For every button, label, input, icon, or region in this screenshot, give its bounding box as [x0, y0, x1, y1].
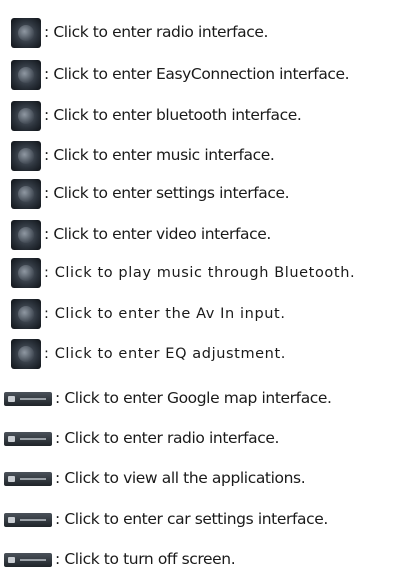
legend-text: : Click to enter settings interface.: [44, 184, 290, 203]
legend-text: : Click to enter Google map interface.: [55, 389, 332, 408]
screen-off-button-icon: [4, 553, 52, 567]
legend-row-radio-button: : Click to enter radio interface.: [4, 422, 279, 456]
legend-text: : Click to enter radio interface.: [55, 429, 280, 448]
legend-row-car-settings: : Click to enter car settings interface.: [4, 503, 328, 537]
legend-row-bluetooth: : Click to enter bluetooth interface.: [11, 99, 302, 133]
video-icon: [11, 220, 41, 250]
legend-text: : Click to enter EasyConnection interfac…: [44, 65, 350, 84]
legend-row-screen-off: : Click to turn off screen.: [4, 543, 236, 577]
legend-text: : Click to enter music interface.: [44, 146, 275, 165]
car-settings-button-icon: [4, 513, 52, 527]
radio-button-icon: [4, 432, 52, 446]
av-in-icon: [11, 299, 41, 329]
legend-row-applications: : Click to view all the applications.: [4, 462, 306, 496]
legend-text: : Click to enter EQ adjustment.: [44, 345, 286, 362]
legend-row-settings: : Click to enter settings interface.: [11, 177, 290, 211]
legend-row-bluetooth-music: : Click to play music through Bluetooth.: [11, 256, 355, 290]
legend-row-easyconnection: : Click to enter EasyConnection interfac…: [11, 58, 350, 92]
legend-text: : Click to turn off screen.: [55, 550, 236, 569]
bluetooth-icon: [11, 101, 41, 131]
legend-text: : Click to play music through Bluetooth.: [44, 264, 356, 281]
legend-text: : Click to enter video interface.: [44, 225, 271, 244]
bluetooth-music-icon: [11, 258, 41, 288]
legend-row-radio: : Click to enter radio interface.: [11, 16, 268, 50]
legend-text: : Click to enter bluetooth interface.: [44, 106, 302, 125]
legend-text: : Click to enter the Av In input.: [44, 305, 286, 322]
eq-icon: [11, 339, 41, 369]
applications-button-icon: [4, 472, 52, 486]
legend-row-video: : Click to enter video interface.: [11, 218, 271, 252]
google-map-button-icon: [4, 392, 52, 406]
legend-text: : Click to enter radio interface.: [44, 23, 269, 42]
radio-icon: [11, 18, 41, 48]
legend-row-google-map: : Click to enter Google map interface.: [4, 382, 332, 416]
easyconnection-icon: [11, 60, 41, 90]
legend-row-av-in: : Click to enter the Av In input.: [11, 297, 286, 331]
legend-text: : Click to enter car settings interface.: [55, 510, 328, 529]
settings-icon: [11, 179, 41, 209]
legend-row-eq: : Click to enter EQ adjustment.: [11, 337, 286, 371]
legend-row-music: : Click to enter music interface.: [11, 139, 275, 173]
legend-text: : Click to view all the applications.: [55, 469, 306, 488]
music-icon: [11, 141, 41, 171]
